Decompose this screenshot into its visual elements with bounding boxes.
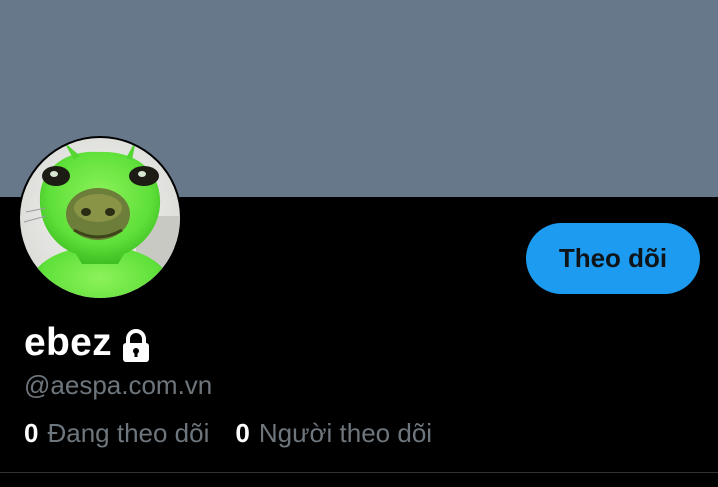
divider: [0, 472, 718, 473]
profile-handle: @aespa.com.vn: [24, 370, 213, 400]
following-stat[interactable]: 0 Đang theo dõi: [24, 418, 209, 449]
follow-stats: 0 Đang theo dõi 0 Người theo dõi: [24, 418, 432, 449]
followers-count: 0: [235, 418, 250, 448]
followers-stat[interactable]: 0 Người theo dõi: [235, 418, 432, 449]
green-frog-avatar-icon: [20, 138, 180, 298]
profile-avatar[interactable]: [18, 136, 182, 300]
profile-name-row: ebez: [24, 318, 152, 368]
lock-icon: [122, 329, 149, 362]
following-count: 0: [24, 418, 39, 448]
display-name: ebez: [24, 321, 112, 364]
following-label: Đang theo dõi: [47, 418, 210, 448]
followers-label: Người theo dõi: [258, 418, 433, 448]
profile-header: Theo dõi ebez @aespa.com.vn 0 Đang theo …: [0, 0, 718, 487]
follow-button[interactable]: Theo dõi: [526, 223, 700, 294]
